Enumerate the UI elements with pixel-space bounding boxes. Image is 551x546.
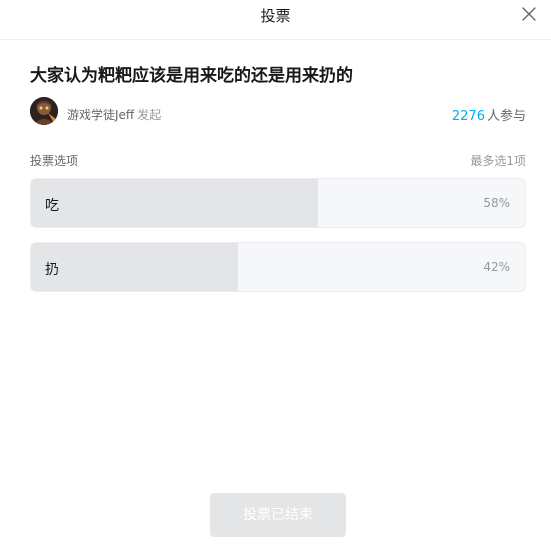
participant-count: 2276 人参与 [452, 105, 526, 124]
close-icon[interactable] [522, 7, 536, 21]
option-result-bar [31, 179, 318, 227]
poll-question: 大家认为粑粑应该是用来吃的还是用来扔的 [30, 66, 353, 86]
options-limit: 最多选1项 [470, 154, 526, 168]
options-label: 投票选项 [30, 154, 79, 168]
vote-ended-button[interactable]: 投票已结束 [210, 493, 346, 537]
option-result-bar [31, 243, 239, 291]
poll-option-eat: 吃 58% [30, 178, 526, 228]
options-header: 投票选项 最多选1项 [30, 152, 526, 169]
option-percent: 42% [483, 260, 510, 274]
author-name: 游戏学徒Jeff 发起 [67, 106, 161, 123]
avatar[interactable] [30, 97, 58, 125]
author-row: 游戏学徒Jeff 发起 2276 人参与 [30, 97, 526, 127]
author-action: 发起 [137, 108, 162, 122]
option-percent: 58% [483, 196, 510, 210]
modal-header: 投票 [0, 0, 551, 40]
option-label: 扔 [45, 262, 59, 278]
participant-number: 2276 [451, 109, 485, 124]
option-label: 吃 [45, 198, 59, 214]
author-name-text[interactable]: 游戏学徒Jeff [67, 108, 134, 122]
vote-modal: 投票 大家认为粑粑应该是用来吃的还是用来扔的 游戏学徒Jeff 发起 2276 人参… [0, 0, 551, 546]
poll-option-throw: 扔 42% [30, 242, 526, 292]
modal-title: 投票 [260, 7, 291, 25]
participant-suffix: 人参与 [486, 109, 526, 124]
